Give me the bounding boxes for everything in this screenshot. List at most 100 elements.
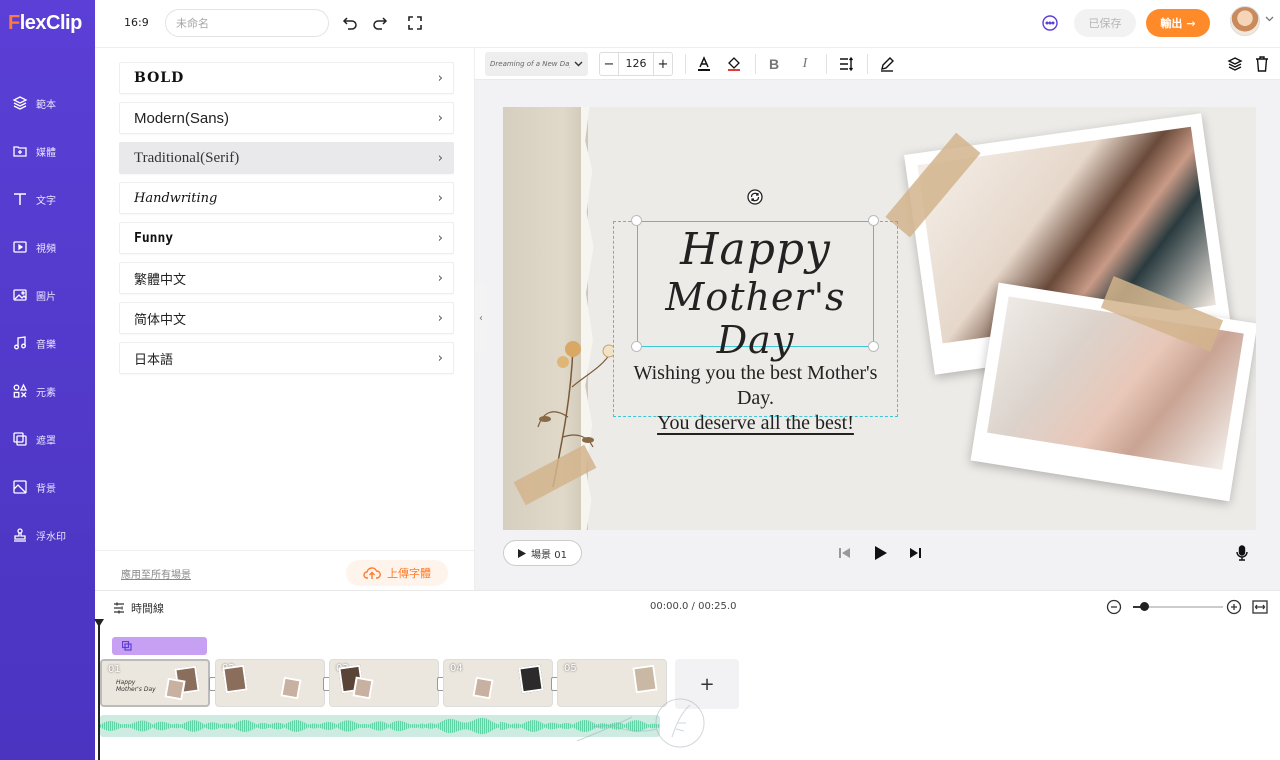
sidebar-item-elements[interactable]: 元素 [0,371,95,411]
scene-clip-04[interactable]: 04 [443,659,553,707]
collapse-panel-button[interactable]: ‹ [475,283,487,353]
scene-clip-01[interactable]: 01 Happy Mother's Day [100,659,210,707]
waveform-bar [178,723,180,729]
waveform-bar [158,721,160,731]
waveform-bar [366,724,368,728]
voiceover-button[interactable] [1233,544,1251,562]
bold-button[interactable]: B [764,54,784,74]
subtitle-text[interactable]: Wishing you the best Mother's Day. You d… [613,361,898,436]
scene-clip-03[interactable]: 03 [329,659,439,707]
waveform-bar [334,723,336,729]
zoom-in-icon[interactable] [1226,599,1242,615]
export-button[interactable]: 輸出 → [1146,9,1210,37]
sidebar-item-media[interactable]: 媒體 [0,131,95,171]
feedback-button[interactable] [1040,13,1060,33]
font-family-select[interactable]: Dreaming of a New Day [485,52,588,76]
zoom-out-icon[interactable] [1106,599,1122,615]
waveform-bar [562,723,564,729]
undo-button[interactable] [340,13,360,33]
waveform-bar [106,721,108,731]
upload-font-button[interactable]: 上傳字體 [346,560,448,586]
redo-button[interactable] [370,13,390,33]
text-color-button[interactable] [694,54,714,74]
waveform-bar [370,723,372,729]
highlight-color-button[interactable] [724,54,744,74]
rotate-handle[interactable] [746,188,764,206]
sidebar-item-video[interactable]: 視頻 [0,227,95,267]
scene-play-button[interactable]: 場景 01 [503,540,582,566]
sidebar-item-music[interactable]: 音樂 [0,323,95,363]
font-category-japanese[interactable]: 日本語 › [119,342,454,374]
waveform-bar [252,722,254,730]
title-text[interactable]: Happy Mother's Day [637,224,874,363]
font-category-simplified-chinese[interactable]: 简体中文 › [119,302,454,334]
sidebar-item-templates[interactable]: 範本 [0,83,95,123]
play-button[interactable] [872,544,890,562]
fit-width-icon[interactable] [1252,599,1268,615]
waveform-bar [536,720,538,732]
waveform-bar [176,723,178,729]
chevron-right-icon: › [437,70,443,86]
fullscreen-button[interactable] [405,13,425,33]
waveform-bar [264,723,266,729]
sidebar-item-overlay[interactable]: 遮罩 [0,419,95,459]
sidebar-item-images[interactable]: 圖片 [0,275,95,315]
waveform-bar [332,722,334,730]
skip-back-button[interactable] [836,544,854,562]
waveform-bar [506,723,508,729]
waveform-bar [516,723,518,729]
italic-button[interactable]: I [795,54,815,74]
font-size-value[interactable]: 126 [618,53,654,75]
scene-canvas[interactable]: Happy Mother's Day Wishing you the best … [503,107,1256,530]
waveform-bar [468,722,470,730]
font-category-traditional-chinese[interactable]: 繁體中文 › [119,262,454,294]
waveform-bar [394,721,396,731]
font-category-modern-sans[interactable]: Modern(Sans) › [119,102,454,134]
scene-clip-02[interactable]: 02 [215,659,325,707]
waveform-bar [152,724,154,728]
chevron-right-icon: › [437,190,443,206]
zoom-slider-thumb[interactable] [1139,602,1149,611]
apply-to-all-scenes-link[interactable]: 應用至所有場景 [121,566,191,581]
waveform-bar [352,721,354,731]
sidebar-item-watermark[interactable]: 浮水印 [0,515,95,555]
line-spacing-button[interactable] [836,54,856,74]
waveform-bar [220,724,222,728]
waveform-bar [494,722,496,730]
font-category-traditional-serif[interactable]: Traditional(Serif) › [119,142,454,174]
font-category-bold[interactable]: BOLD › [119,62,454,94]
media-add-icon [13,146,27,157]
delete-button[interactable] [1252,54,1272,74]
font-category-funny[interactable]: Funny › [119,222,454,254]
trash-icon [1256,56,1268,72]
waveform-bar [274,723,276,729]
sidebar-item-label: 元素 [36,387,56,399]
project-name-input[interactable] [165,9,329,37]
font-size-increase-button[interactable]: + [654,57,672,72]
text-layer-track[interactable] [112,637,207,655]
avatar[interactable] [1230,6,1260,36]
sidebar-item-background[interactable]: 背景 [0,467,95,507]
font-size-stepper[interactable]: − 126 + [599,52,673,76]
waveform-bar [202,723,204,729]
skip-forward-button[interactable] [906,544,924,562]
chevron-down-icon[interactable] [1265,16,1274,22]
waveform-bar [146,721,148,731]
font-category-handwriting[interactable]: Handwriting › [119,182,454,214]
saved-status-button[interactable]: 已保存 [1074,9,1136,37]
waveform-bar [192,720,194,732]
font-category-label: Handwriting [134,190,218,206]
sidebar-item-text[interactable]: 文字 [0,179,95,219]
waveform-bar [400,720,402,732]
text-effects-button[interactable] [877,54,897,74]
timeline-toggle[interactable]: 時間線 [113,600,164,616]
chevron-right-icon: › [437,230,443,246]
flexclip-logo[interactable]: FlexClip [8,12,82,35]
font-size-decrease-button[interactable]: − [600,57,618,72]
layers-button[interactable] [1225,54,1245,74]
aspect-ratio-selector[interactable]: 16:9 [124,16,149,29]
waveform-bar [216,723,218,729]
waveform-bar [164,722,166,730]
watermark-stamp-icon [14,528,26,542]
timeline-label: 時間線 [131,602,164,615]
